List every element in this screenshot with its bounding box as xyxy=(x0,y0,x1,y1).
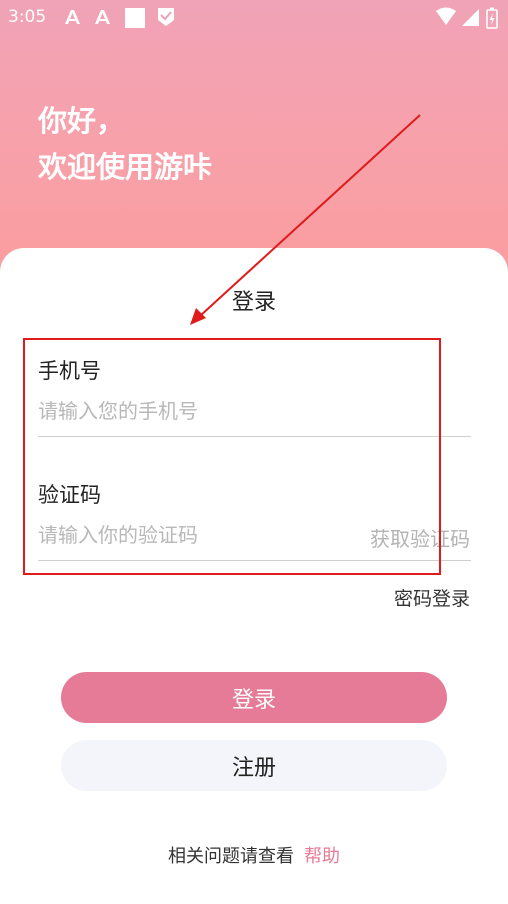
notification-app-icon xyxy=(95,10,110,24)
signal-icon xyxy=(462,9,479,26)
greeting-line1: 你好， xyxy=(38,104,126,138)
battery-icon xyxy=(486,7,498,29)
notification-app-icon xyxy=(65,10,80,24)
wifi-icon xyxy=(436,7,456,25)
login-button[interactable]: 登录 xyxy=(61,672,447,723)
annotation-highlight-box xyxy=(23,338,441,575)
status-time: 3:05 xyxy=(8,7,47,27)
footer-text: 相关问题请查看 xyxy=(168,846,294,867)
shield-check-icon xyxy=(158,8,174,26)
login-title: 登录 xyxy=(231,290,276,315)
greeting: 你好， 欢迎使用游咔 xyxy=(38,98,212,190)
status-bar: 3:05 xyxy=(0,0,508,36)
password-login-link[interactable]: 密码登录 xyxy=(394,584,470,611)
register-button[interactable]: 注册 xyxy=(61,740,447,791)
footer: 相关问题请查看 帮助 xyxy=(0,842,508,868)
greeting-line2: 欢迎使用游咔 xyxy=(38,150,213,184)
help-link[interactable]: 帮助 xyxy=(304,846,340,867)
square-notification-icon xyxy=(125,8,145,28)
